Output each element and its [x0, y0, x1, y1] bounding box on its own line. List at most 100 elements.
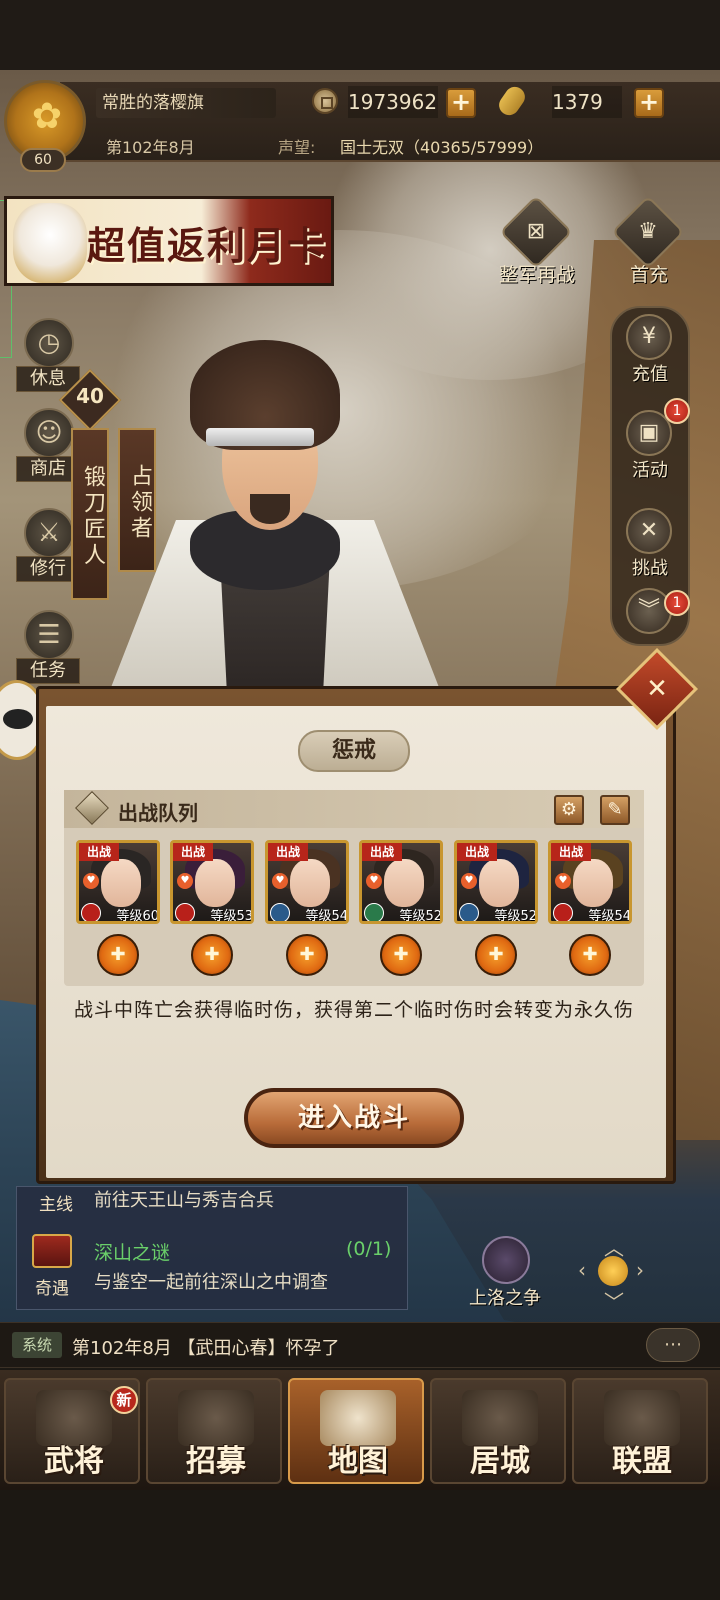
challenge-label: 挑战: [632, 558, 668, 579]
warlord-icon: [482, 1236, 530, 1284]
character-level: 40: [76, 384, 104, 408]
hero-level: 等级52: [494, 909, 537, 924]
nav-label: 地图: [328, 1444, 388, 1479]
heart-icon: ♥: [366, 873, 382, 889]
sortie-tag: 出战: [173, 843, 213, 861]
heal-hero-button[interactable]: ✚: [191, 934, 233, 976]
heart-icon: ♥: [555, 873, 571, 889]
dialog-title: 惩戒: [298, 730, 410, 772]
clan-crest-icon: [81, 903, 101, 921]
map-navigation-pad[interactable]: ︿ ﹀ ‹ ›: [578, 1232, 648, 1315]
nav-recruit[interactable]: 招募: [146, 1378, 282, 1484]
main-quest-text[interactable]: 前往天王山与秀吉合兵: [94, 1186, 274, 1212]
hero-portrait: [195, 859, 235, 907]
treasure-chest-icon: [32, 1234, 72, 1268]
side-button-rest[interactable]: ◷ 休息: [12, 318, 82, 392]
recharge-button[interactable]: ¥ 充值: [610, 310, 690, 390]
hero-portrait: [479, 859, 519, 907]
recharge-label: 充值: [632, 364, 668, 385]
banner-title: 超值返利月卡: [87, 223, 328, 268]
sword-icon: ⚔: [24, 508, 74, 558]
regroup-battle-button[interactable]: ⊠ 整军再战: [492, 195, 582, 286]
coin-amount: 1973962: [348, 86, 438, 118]
notification-badge: 1: [664, 398, 690, 424]
arrow-up-icon[interactable]: ︿: [604, 1232, 624, 1261]
hero-level: 等级54: [305, 909, 348, 924]
character-headband: [206, 428, 314, 446]
heal-hero-button[interactable]: ✚: [475, 934, 517, 976]
heart-icon: ♥: [461, 873, 477, 889]
game-date: 第102年8月: [106, 138, 195, 157]
hero-card[interactable]: 出战 ♥ 等级52: [359, 840, 443, 924]
footer-strip: [0, 1490, 720, 1600]
first-recharge-button[interactable]: ♛ 首充: [604, 195, 694, 286]
clock-icon: ◷: [24, 318, 74, 368]
hero-level: 等级52: [399, 909, 442, 924]
heart-icon: ♥: [83, 873, 99, 889]
hero-portrait: [573, 859, 613, 907]
map-event-shanglo[interactable]: 上洛之争: [460, 1236, 550, 1316]
crossed-swords-icon: ✕: [626, 508, 672, 554]
system-message[interactable]: 第102年8月 【武田心春】怀孕了: [72, 1334, 340, 1360]
hero-card[interactable]: 出战 ♥ 等级53: [170, 840, 254, 924]
sortie-tag: 出战: [268, 843, 308, 861]
notification-badge: 1: [664, 590, 690, 616]
hero-portrait: [290, 859, 330, 907]
hero-level: 等级60: [116, 909, 159, 924]
yen-icon: ¥: [626, 314, 672, 360]
arrow-right-icon[interactable]: ›: [636, 1258, 644, 1282]
heal-hero-button[interactable]: ✚: [286, 934, 328, 976]
nav-castle[interactable]: 居城: [430, 1378, 566, 1484]
quest-tag-encounter: 奇遇: [35, 1279, 69, 1299]
encounter-quest-text[interactable]: 与鉴空一起前往深山之中调查: [94, 1268, 328, 1294]
side-button-label: 任务: [16, 658, 80, 684]
sortie-tag: 出战: [457, 843, 497, 861]
heal-hero-button[interactable]: ✚: [380, 934, 422, 976]
add-coins-button[interactable]: +: [446, 88, 476, 118]
monthly-card-banner[interactable]: 超值返利月卡: [4, 196, 334, 286]
hero-card[interactable]: 出战 ♥ 等级60: [76, 840, 160, 924]
nav-label: 招募: [186, 1444, 246, 1479]
lucky-cat-icon: ☺: [24, 408, 74, 458]
heal-hero-button[interactable]: ✚: [97, 934, 139, 976]
team-label: 出战队列: [118, 801, 198, 825]
hero-card[interactable]: 出战 ♥ 等级54: [265, 840, 349, 924]
nav-map[interactable]: 地图: [288, 1378, 424, 1484]
hero-portrait: [384, 859, 424, 907]
clan-crest-icon: [364, 903, 384, 921]
heal-hero-button[interactable]: ✚: [569, 934, 611, 976]
sortie-tag: 出战: [79, 843, 119, 861]
sortie-tag: 出战: [551, 843, 591, 861]
gift-glyph: ♛: [638, 219, 658, 244]
close-icon: ✕: [646, 674, 668, 704]
reputation-label: 声望:: [278, 138, 316, 157]
challenge-button[interactable]: ✕ 挑战: [610, 504, 690, 584]
enter-battle-button[interactable]: 进入战斗: [244, 1088, 464, 1148]
regroup-battle-label: 整军再战: [498, 264, 575, 286]
team-edit-button[interactable]: ✎: [600, 795, 630, 825]
coin-icon: [312, 88, 338, 114]
encounter-quest-title[interactable]: 深山之谜: [94, 1238, 170, 1265]
first-recharge-label: 首充: [629, 264, 668, 286]
nav-generals[interactable]: 武将 新: [4, 1378, 140, 1484]
arrow-left-icon[interactable]: ‹: [578, 1258, 586, 1282]
nav-label: 联盟: [612, 1444, 672, 1479]
flag-name: 常胜的落樱旗: [96, 88, 276, 118]
team-settings-button[interactable]: ⚙: [554, 795, 584, 825]
character-status: 占领者: [118, 428, 156, 572]
hero-card[interactable]: 出战 ♥ 等级54: [548, 840, 632, 924]
heart-icon: ♥: [177, 873, 193, 889]
side-button-tasks[interactable]: ☰ 任务: [12, 610, 82, 684]
chevron-down-icon: ︾: [626, 588, 672, 634]
heart-icon: ♥: [272, 873, 288, 889]
nav-alliance[interactable]: 联盟: [572, 1378, 708, 1484]
hero-level: 等级54: [588, 909, 631, 924]
arrow-down-icon[interactable]: ﹀: [604, 1286, 624, 1315]
player-level-badge: 60: [20, 148, 66, 172]
hero-card[interactable]: 出战 ♥ 等级52: [454, 840, 538, 924]
add-koban-button[interactable]: +: [634, 88, 664, 118]
koban-amount: 1379: [552, 86, 622, 118]
lucky-cat-icon: [13, 203, 87, 283]
chat-button[interactable]: ⋯: [646, 1328, 700, 1362]
nav-label: 武将: [44, 1444, 104, 1479]
